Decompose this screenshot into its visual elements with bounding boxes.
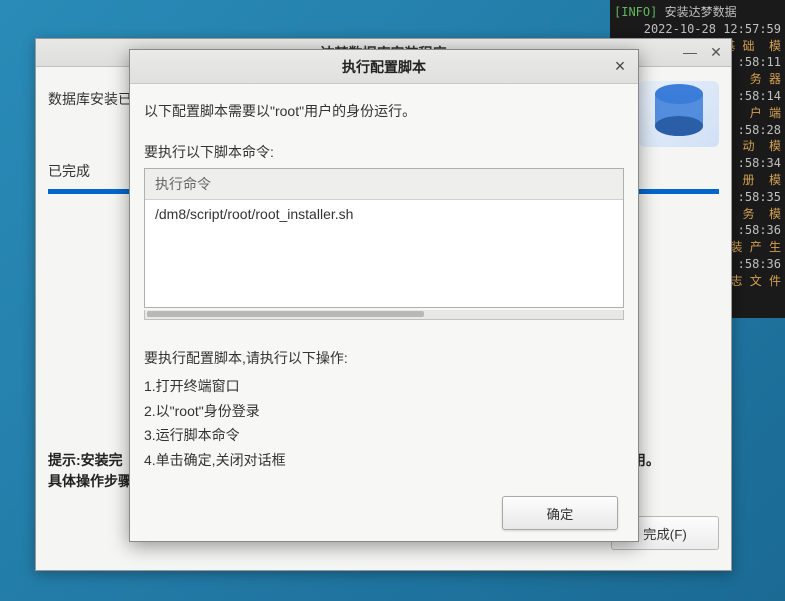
- script-listbox: 执行命令 /dm8/script/root/root_installer.sh: [144, 168, 624, 308]
- close-icon[interactable]: ×: [610, 56, 630, 76]
- steps-label: 要执行配置脚本,请执行以下操作:: [144, 348, 624, 368]
- window-buttons: — ✕: [681, 43, 725, 61]
- dialog-title: 执行配置脚本: [342, 57, 426, 77]
- step-item: 2.以"root"身份登录: [144, 399, 624, 424]
- terminal-line: [INFO] 安装达梦数据: [614, 4, 781, 21]
- ok-button[interactable]: 确定: [502, 496, 618, 530]
- dialog-body: 以下配置脚本需要以"root"用户的身份运行。 要执行以下脚本命令: 执行命令 …: [130, 84, 638, 542]
- steps-list: 1.打开终端窗口2.以"root"身份登录3.运行脚本命令4.单击确定,关闭对话…: [144, 374, 624, 472]
- installer-header-label: 数据库安装已: [48, 89, 132, 109]
- dialog-intro: 以下配置脚本需要以"root"用户的身份运行。: [144, 100, 624, 122]
- step-item: 3.运行脚本命令: [144, 423, 624, 448]
- terminal-line: 2022-10-28 12:57:59: [614, 21, 781, 38]
- script-column-header: 执行命令: [145, 169, 623, 200]
- scrollbar-thumb[interactable]: [147, 311, 424, 317]
- step-item: 4.单击确定,关闭对话框: [144, 448, 624, 473]
- close-button[interactable]: ✕: [707, 43, 725, 61]
- database-icon: [639, 81, 719, 147]
- minimize-button[interactable]: —: [681, 43, 699, 61]
- config-script-dialog: 执行配置脚本 × 以下配置脚本需要以"root"用户的身份运行。 要执行以下脚本…: [129, 49, 639, 542]
- command-label: 要执行以下脚本命令:: [144, 142, 624, 162]
- horizontal-scrollbar[interactable]: [144, 310, 624, 320]
- step-item: 1.打开终端窗口: [144, 374, 624, 399]
- dialog-titlebar: 执行配置脚本 ×: [130, 50, 638, 84]
- script-row[interactable]: /dm8/script/root/root_installer.sh: [145, 200, 623, 228]
